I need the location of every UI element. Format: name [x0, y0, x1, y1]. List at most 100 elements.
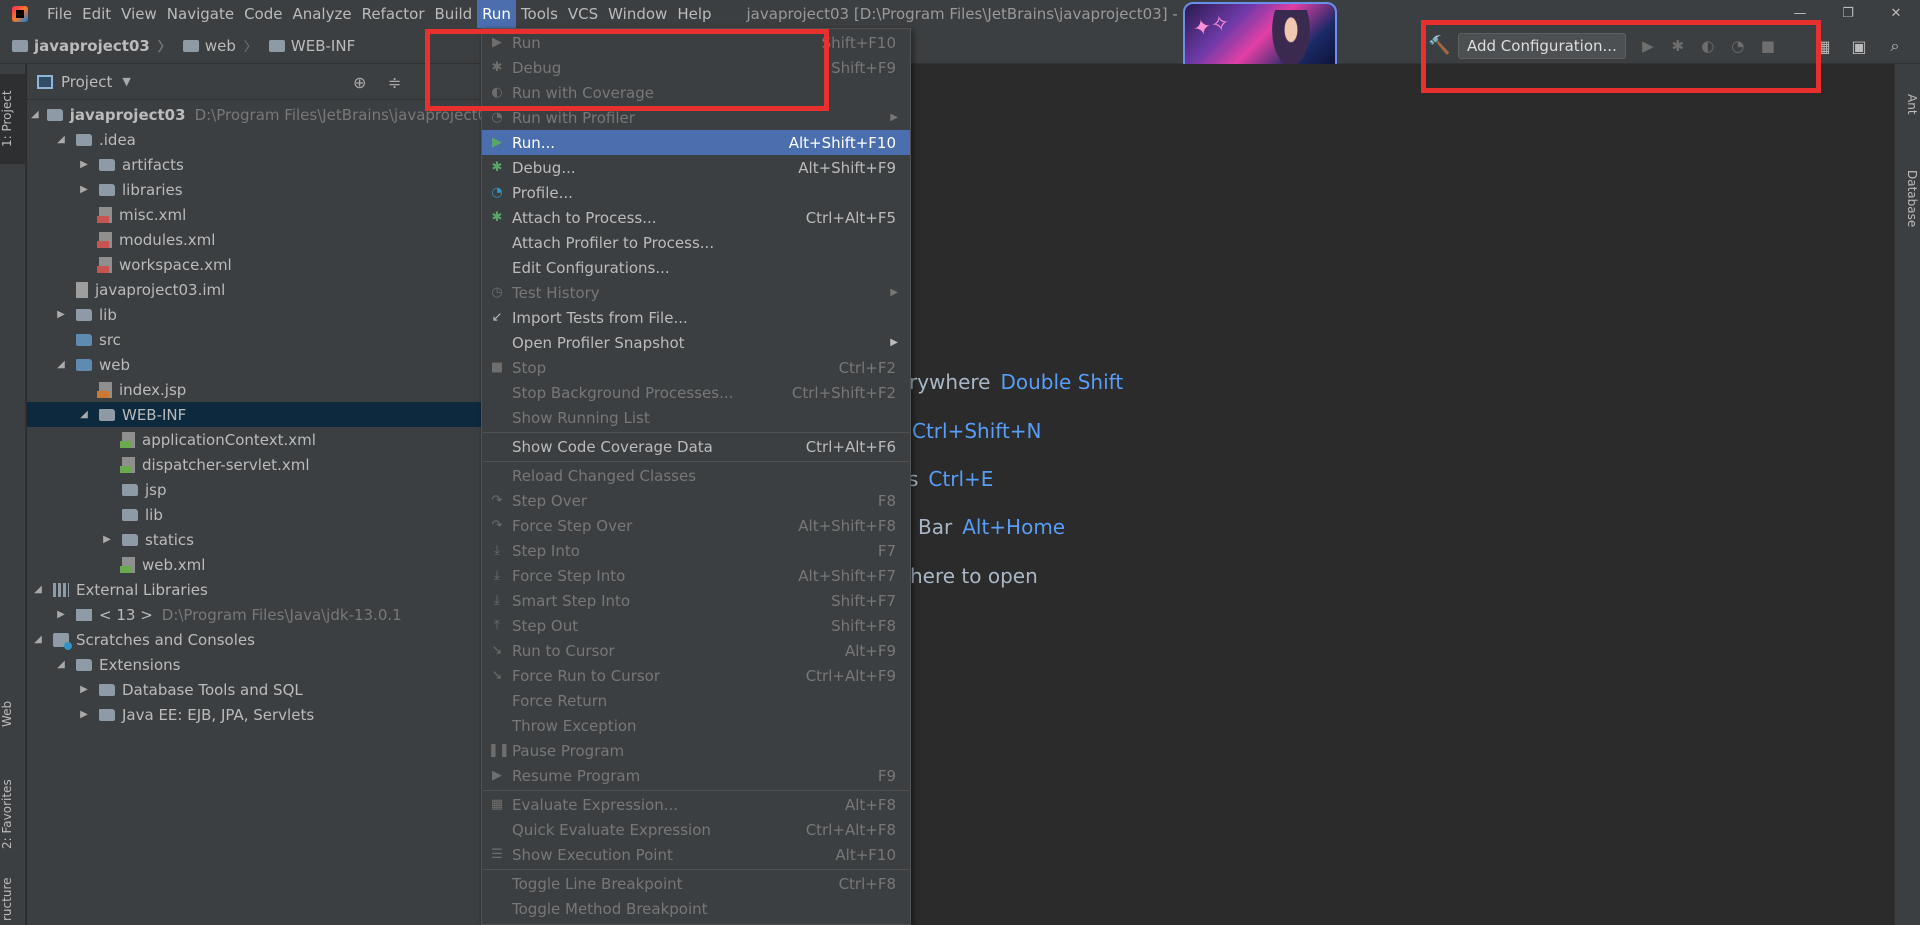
- menu-item-show-code-coverage[interactable]: Show Code Coverage Data Ctrl+Alt+F6: [482, 434, 910, 459]
- menu-item-pause-program[interactable]: ❚❚ Pause Program: [482, 738, 910, 763]
- menu-file[interactable]: File: [42, 0, 77, 28]
- menu-item-show-execution-point[interactable]: ☰ Show Execution Point Alt+F10: [482, 842, 910, 867]
- search-icon[interactable]: ⌕: [1884, 36, 1906, 56]
- tree-node[interactable]: ◢ Scratches and Consoles: [27, 627, 482, 652]
- menu-build[interactable]: Build: [430, 0, 478, 28]
- menu-item-debug-ellipsis[interactable]: ✱ Debug... Alt+Shift+F9: [482, 155, 910, 180]
- menu-item-force-return[interactable]: Force Return: [482, 688, 910, 713]
- menu-item-force-step-into[interactable]: ⤓ Force Step Into Alt+Shift+F7: [482, 563, 910, 588]
- tree-node[interactable]: ▶ statics: [27, 527, 482, 552]
- expanded-arrow-icon[interactable]: ◢: [54, 659, 68, 670]
- tree-node[interactable]: ▶ lib: [27, 302, 482, 327]
- tree-node[interactable]: ▶ Java EE: EJB, JPA, Servlets: [27, 702, 482, 727]
- tree-node[interactable]: ▶ libraries: [27, 177, 482, 202]
- expanded-arrow-icon[interactable]: ◢: [31, 634, 45, 645]
- collapsed-arrow-icon[interactable]: ▶: [77, 709, 91, 720]
- menu-item-attach-profiler[interactable]: Attach Profiler to Process...: [482, 230, 910, 255]
- tree-node[interactable]: ▶ artifacts: [27, 152, 482, 177]
- tool-tab-web[interactable]: Web: [0, 684, 26, 744]
- menu-code[interactable]: Code: [239, 0, 287, 28]
- tree-node[interactable]: ▶ misc.xml: [27, 202, 482, 227]
- menu-analyze[interactable]: Analyze: [287, 0, 356, 28]
- expanded-arrow-icon[interactable]: ◢: [31, 109, 39, 120]
- stop-icon[interactable]: ■: [1760, 38, 1776, 54]
- menu-item-stop[interactable]: ■ Stop Ctrl+F2: [482, 355, 910, 380]
- tree-node[interactable]: ◢ .idea: [27, 127, 482, 152]
- tree-node[interactable]: ▶ index.jsp: [27, 377, 482, 402]
- chevron-down-icon[interactable]: ▼: [122, 75, 130, 88]
- expanded-arrow-icon[interactable]: ◢: [31, 584, 45, 595]
- menu-item-profile[interactable]: ◔ Profile...: [482, 180, 910, 205]
- menu-item-run-to-cursor[interactable]: ↘ Run to Cursor Alt+F9: [482, 638, 910, 663]
- run-icon[interactable]: ▶: [1640, 38, 1656, 54]
- tool-tab-structure[interactable]: ructure: [0, 874, 26, 924]
- menu-item-evaluate-expression[interactable]: ▦ Evaluate Expression... Alt+F8: [482, 792, 910, 817]
- tree-node[interactable]: ▶ workspace.xml: [27, 252, 482, 277]
- build-hammer-icon[interactable]: 🔨: [1428, 37, 1450, 55]
- menu-item-step-into[interactable]: ⤓ Step Into F7: [482, 538, 910, 563]
- tree-node[interactable]: ▶ Database Tools and SQL: [27, 677, 482, 702]
- tool-tab-database[interactable]: Database: [1897, 144, 1919, 254]
- menu-item-run[interactable]: ▶ Run Shift+F10: [482, 30, 910, 55]
- tool-tab-project[interactable]: 1: Project: [0, 74, 26, 164]
- menu-item-run-ellipsis[interactable]: ▶ Run... Alt+Shift+F10: [482, 130, 910, 155]
- tree-node[interactable]: ◢ web: [27, 352, 482, 377]
- menu-navigate[interactable]: Navigate: [162, 0, 239, 28]
- menu-item-smart-step-into[interactable]: ⤓ Smart Step Into Shift+F7: [482, 588, 910, 613]
- menu-vcs[interactable]: VCS: [563, 0, 603, 28]
- locate-icon[interactable]: ⊕: [353, 73, 366, 92]
- menu-refactor[interactable]: Refactor: [357, 0, 430, 28]
- menu-run[interactable]: Run: [477, 0, 516, 28]
- tool-tab-ant[interactable]: Ant: [1897, 74, 1919, 134]
- close-button[interactable]: ✕: [1872, 0, 1920, 28]
- expanded-arrow-icon[interactable]: ◢: [77, 409, 91, 420]
- menu-item-run-with-coverage[interactable]: ◐ Run with Coverage: [482, 80, 910, 105]
- menu-item-resume-program[interactable]: ▶ Resume Program F9: [482, 763, 910, 788]
- menu-item-quick-evaluate[interactable]: Quick Evaluate Expression Ctrl+Alt+F8: [482, 817, 910, 842]
- menu-item-import-tests[interactable]: ↙ Import Tests from File...: [482, 305, 910, 330]
- menu-item-test-history[interactable]: ◷ Test History ▶: [482, 280, 910, 305]
- menu-item-debug[interactable]: ✱ Debug Shift+F9: [482, 55, 910, 80]
- tool-tab-favorites[interactable]: 2: Favorites: [0, 764, 26, 864]
- menu-item-edit-configurations[interactable]: Edit Configurations...: [482, 255, 910, 280]
- project-structure-icon[interactable]: ▦: [1812, 37, 1834, 56]
- tree-node[interactable]: ◢ Extensions: [27, 652, 482, 677]
- add-configuration-button[interactable]: Add Configuration...: [1458, 33, 1626, 59]
- menu-tools[interactable]: Tools: [516, 0, 563, 28]
- minimize-button[interactable]: —: [1776, 0, 1824, 28]
- menu-item-toggle-method-breakpoint[interactable]: Toggle Method Breakpoint: [482, 896, 910, 921]
- breadcrumb-web[interactable]: web 〉: [182, 36, 257, 55]
- restore-button[interactable]: ❐: [1824, 0, 1872, 28]
- expanded-arrow-icon[interactable]: ◢: [54, 134, 68, 145]
- tree-node[interactable]: ▶ javaproject03.iml: [27, 277, 482, 302]
- collapsed-arrow-icon[interactable]: ▶: [77, 184, 91, 195]
- tree-node[interactable]: ▶ < 13 > D:\Program Files\Java\jdk-13.0.…: [27, 602, 482, 627]
- panel-title[interactable]: Project: [61, 73, 112, 91]
- menu-item-force-run-to-cursor[interactable]: ↘ Force Run to Cursor Ctrl+Alt+F9: [482, 663, 910, 688]
- tree-node[interactable]: ◢ javaproject03 D:\Program Files\JetBrai…: [27, 102, 497, 127]
- collapsed-arrow-icon[interactable]: ▶: [100, 534, 114, 545]
- menu-item-show-running-list[interactable]: Show Running List: [482, 405, 910, 430]
- menu-edit[interactable]: Edit: [77, 0, 116, 28]
- terminal-icon[interactable]: ▣: [1848, 37, 1870, 56]
- menu-item-open-profiler-snapshot[interactable]: Open Profiler Snapshot ▶: [482, 330, 910, 355]
- breadcrumb-web-inf[interactable]: WEB-INF: [268, 37, 355, 55]
- menu-item-attach-to-process[interactable]: ✱ Attach to Process... Ctrl+Alt+F5: [482, 205, 910, 230]
- tree-node-selected[interactable]: ◢ WEB-INF: [27, 402, 482, 427]
- tree-node[interactable]: ▶ jsp: [27, 477, 482, 502]
- tree-node[interactable]: ▶ web.xml: [27, 552, 482, 577]
- collapsed-arrow-icon[interactable]: ▶: [77, 159, 91, 170]
- expanded-arrow-icon[interactable]: ◢: [54, 359, 68, 370]
- menu-view[interactable]: View: [116, 0, 162, 28]
- menu-item-stop-background[interactable]: Stop Background Processes... Ctrl+Shift+F…: [482, 380, 910, 405]
- menu-item-step-out[interactable]: ⤒ Step Out Shift+F8: [482, 613, 910, 638]
- debug-icon[interactable]: ✱: [1670, 38, 1686, 54]
- menu-window[interactable]: Window: [603, 0, 672, 28]
- menu-help[interactable]: Help: [672, 0, 716, 28]
- tree-node[interactable]: ▶ modules.xml: [27, 227, 482, 252]
- breadcrumb-project[interactable]: javaproject03 〉: [12, 36, 171, 55]
- menu-item-run-with-profiler[interactable]: ◔ Run with Profiler ▶: [482, 105, 910, 130]
- menu-item-reload-changed-classes[interactable]: Reload Changed Classes: [482, 463, 910, 488]
- tree-node[interactable]: ▶ src: [27, 327, 482, 352]
- menu-item-force-step-over[interactable]: ↷ Force Step Over Alt+Shift+F8: [482, 513, 910, 538]
